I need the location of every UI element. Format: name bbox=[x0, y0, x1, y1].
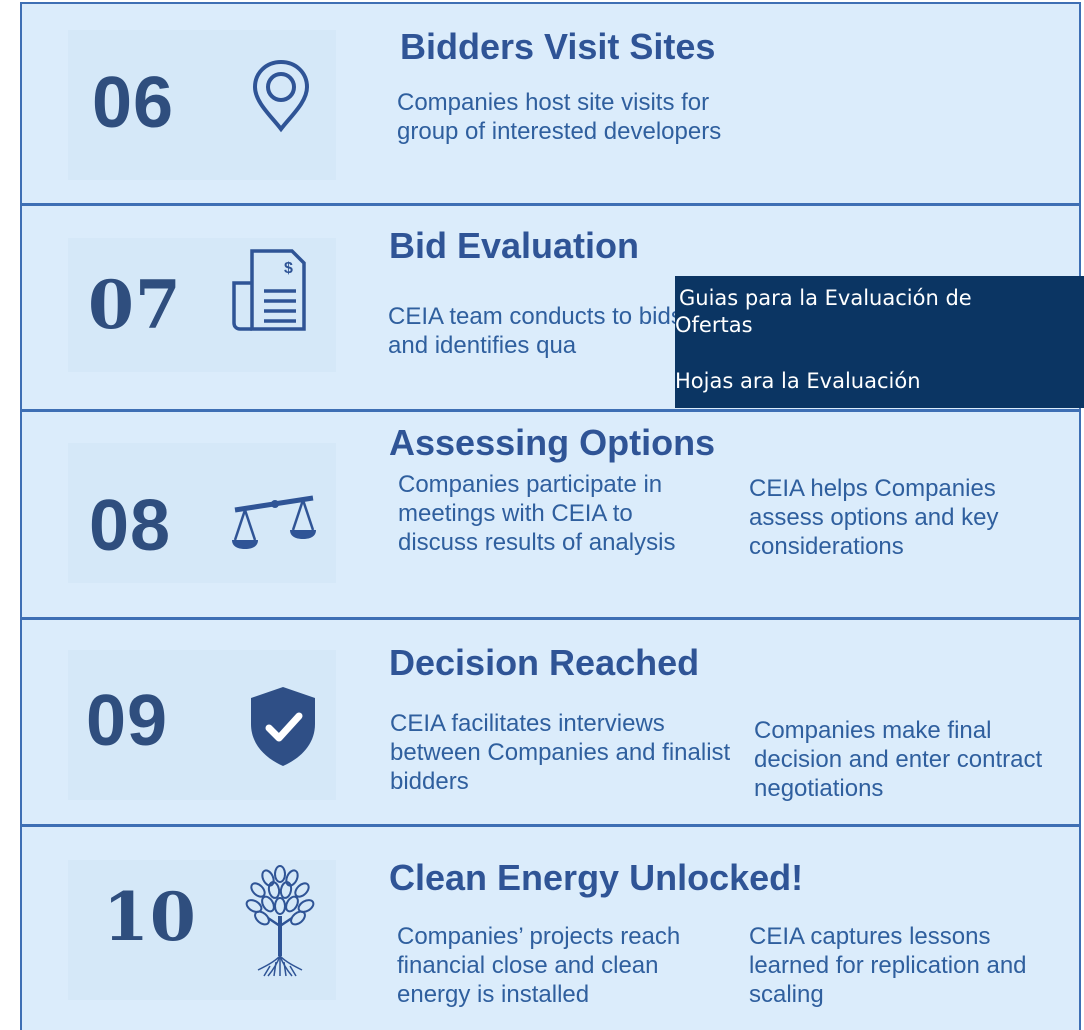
tree-icon bbox=[240, 862, 320, 985]
shield-check-icon bbox=[247, 684, 319, 773]
step-description: Companies host site visits for group of … bbox=[397, 89, 722, 145]
step-description-right: Companies make final decision and enter … bbox=[754, 717, 1043, 802]
location-pin-icon bbox=[246, 56, 316, 141]
step-number: 10 bbox=[103, 878, 197, 956]
step-description-left: Companies’ projects reach financial clos… bbox=[397, 923, 681, 1008]
row-divider bbox=[20, 203, 1081, 206]
balance-scale-icon bbox=[227, 488, 319, 559]
invoice-document-icon: $ bbox=[226, 245, 312, 342]
step-number: 07 bbox=[88, 266, 182, 344]
row-divider bbox=[20, 617, 1081, 620]
step-description-left: CEIA facilitates interviews between Comp… bbox=[390, 710, 731, 795]
overlay-line-sheets: Hojas ara la Evaluación bbox=[675, 369, 921, 393]
step-title: Bidders Visit Sites bbox=[400, 26, 716, 67]
evaluation-guides-box: Guias para la Evaluación de Ofertas Hoja… bbox=[675, 276, 1084, 408]
row-divider bbox=[20, 409, 1081, 412]
step-title: Decision Reached bbox=[389, 642, 700, 683]
overlay-line-offers: Ofertas bbox=[675, 313, 753, 337]
overlay-line-guides: Guias para la Evaluación de bbox=[679, 286, 972, 310]
step-title: Bid Evaluation bbox=[389, 225, 640, 266]
step-number: 08 bbox=[89, 486, 172, 566]
step-number: 09 bbox=[86, 681, 169, 761]
step-description-right: CEIA captures lessons learned for replic… bbox=[749, 923, 1027, 1008]
step-number: 06 bbox=[92, 63, 175, 143]
step-title: Clean Energy Unlocked! bbox=[389, 857, 804, 898]
step-description: CEIA team conducts to bids and identifie… bbox=[388, 303, 683, 359]
step-description-right: CEIA helps Companies assess options and … bbox=[749, 475, 999, 560]
row-divider bbox=[20, 824, 1081, 827]
step-description-left: Companies participate in meetings with C… bbox=[398, 471, 676, 556]
step-title: Assessing Options bbox=[389, 422, 716, 463]
svg-text:$: $ bbox=[284, 260, 293, 277]
